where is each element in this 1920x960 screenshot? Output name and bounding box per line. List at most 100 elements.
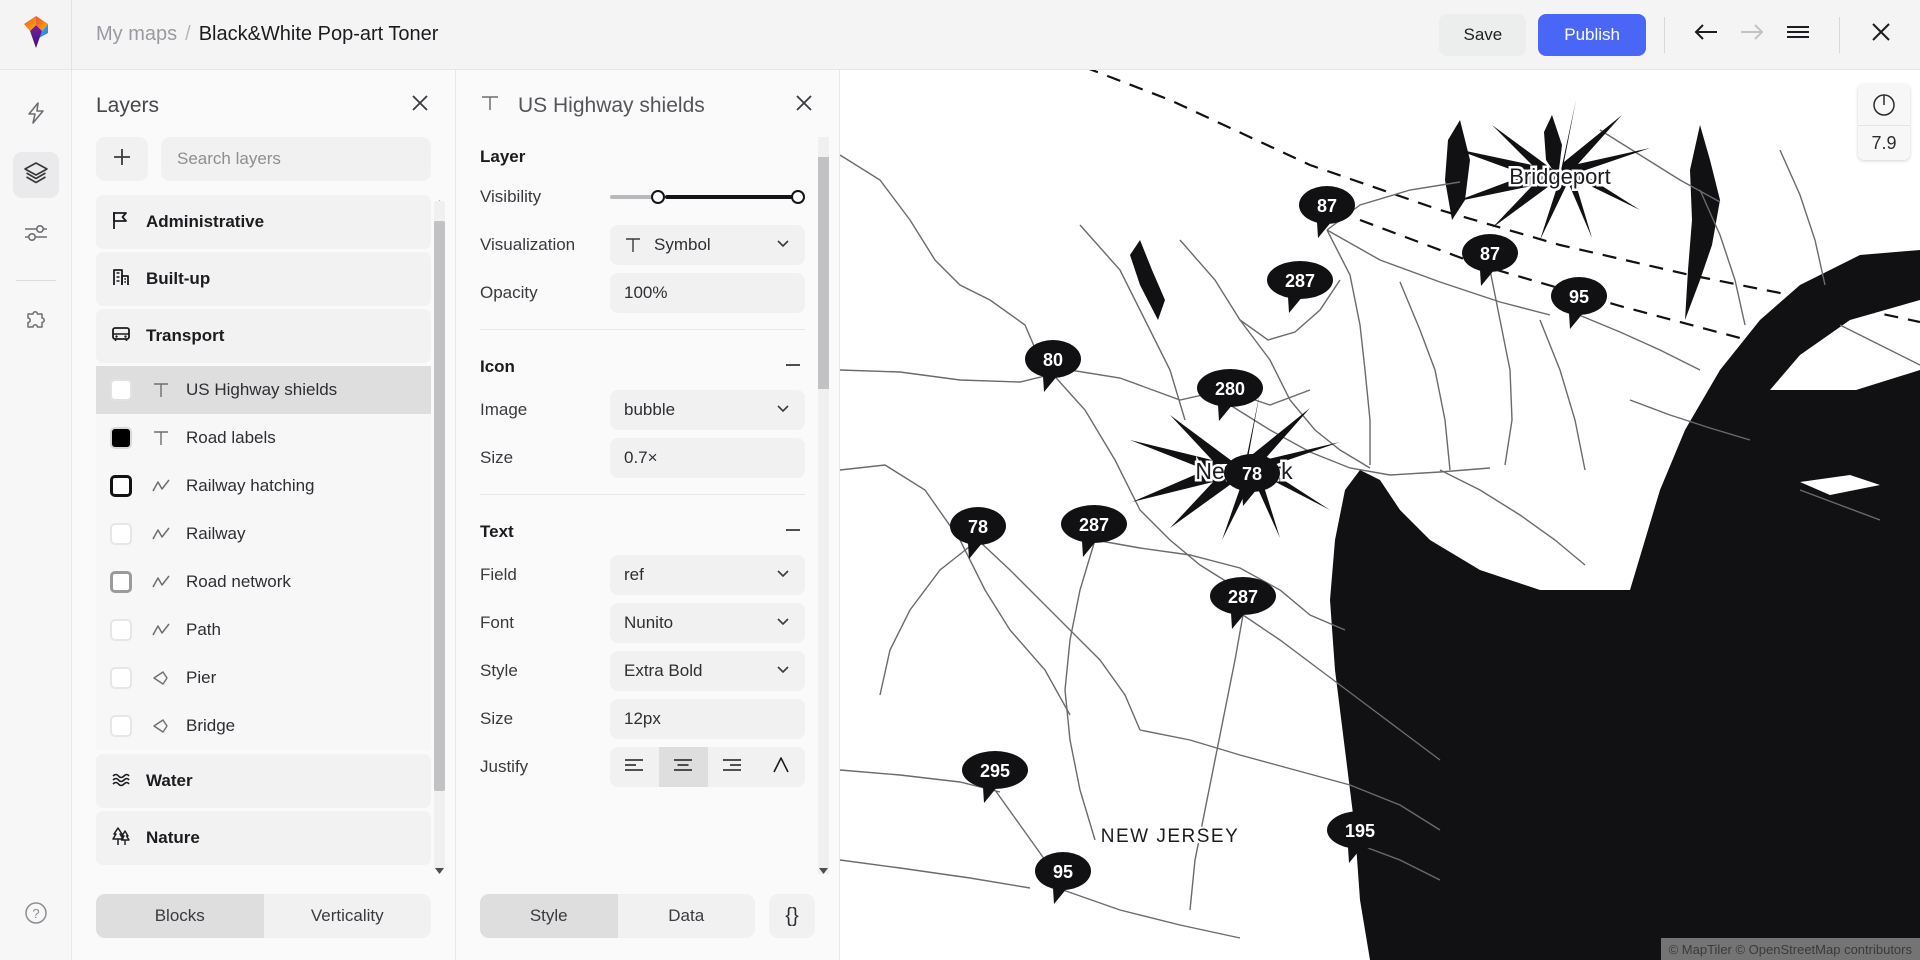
line-type-icon	[148, 574, 174, 590]
layer-color-swatch[interactable]	[110, 379, 132, 401]
breadcrumb-my-maps[interactable]: My maps	[96, 23, 177, 46]
save-button[interactable]: Save	[1439, 14, 1526, 56]
font-style-select[interactable]: Extra Bold	[610, 651, 805, 691]
question-mark-circle-icon: ?	[23, 900, 49, 931]
property-label: Font	[480, 613, 610, 633]
close-layers-panel-button[interactable]	[409, 92, 431, 119]
back-button[interactable]	[1683, 12, 1729, 58]
props-scroll-down-arrow[interactable]	[818, 865, 829, 876]
image-select[interactable]: bubble	[610, 390, 805, 430]
zoom-level-value: 7.9	[1858, 126, 1910, 160]
waves-icon	[110, 768, 132, 795]
text-size-input[interactable]: 12px	[610, 699, 805, 739]
layer-item-road-labels[interactable]: Road labels	[96, 414, 431, 462]
layer-item-pier[interactable]: Pier	[96, 654, 431, 702]
icon-size-input[interactable]: 0.7×	[610, 438, 805, 478]
slider-handle-min[interactable]	[651, 190, 665, 204]
layer-group-built-up[interactable]: Built-up	[96, 252, 431, 306]
flag-icon	[110, 209, 132, 236]
menu-button[interactable]	[1775, 12, 1821, 58]
font-select[interactable]: Nunito	[610, 603, 805, 643]
align-left-button[interactable]	[610, 747, 659, 787]
collapse-text-section-button[interactable]	[781, 519, 805, 545]
layer-color-swatch[interactable]	[110, 619, 132, 641]
text-type-icon	[148, 429, 174, 447]
minus-icon	[783, 523, 803, 540]
layer-scroll-down-arrow[interactable]	[434, 865, 445, 876]
layer-group-label: Water	[146, 771, 193, 791]
layer-color-swatch[interactable]	[110, 571, 132, 593]
close-properties-panel-button[interactable]	[793, 92, 815, 119]
tab-blocks[interactable]: Blocks	[96, 894, 264, 938]
property-label: Style	[480, 661, 610, 681]
arrow-left-icon	[1693, 22, 1719, 47]
city-label-bridgeport: Bridgeport	[1509, 164, 1611, 189]
field-select[interactable]: ref	[610, 555, 805, 595]
auto-text-icon	[770, 756, 792, 779]
compass-clock-icon	[1871, 92, 1897, 118]
slider-handle-max[interactable]	[791, 190, 805, 204]
layer-item-railway-hatching[interactable]: Railway hatching	[96, 462, 431, 510]
lightning-bolt-icon	[24, 101, 48, 130]
collapse-icon-section-button[interactable]	[781, 354, 805, 380]
app-logo[interactable]	[0, 0, 72, 70]
section-title: Icon	[480, 357, 515, 377]
icon-size-value: 0.7×	[624, 448, 658, 468]
align-right-button[interactable]	[708, 747, 757, 787]
close-editor-button[interactable]	[1858, 12, 1904, 58]
zoom-level-widget[interactable]: 7.9	[1858, 84, 1910, 160]
visibility-range-slider[interactable]	[610, 177, 805, 217]
chevron-down-icon	[775, 565, 791, 586]
section-title: Layer	[480, 147, 525, 167]
add-layer-button[interactable]	[96, 137, 148, 181]
json-editor-button[interactable]: {}	[769, 894, 815, 938]
visualization-select[interactable]: Symbol	[610, 225, 805, 265]
property-row-justify: Justify	[480, 743, 805, 791]
layers-search-row	[72, 129, 455, 195]
tab-style[interactable]: Style	[480, 894, 618, 938]
map-attribution[interactable]: © MapTiler © OpenStreetMap contributors	[1661, 938, 1920, 960]
highway-shield-label: 78	[968, 517, 988, 537]
layer-group-nature[interactable]: Nature	[96, 811, 431, 865]
layer-item-bridge[interactable]: Bridge	[96, 702, 431, 750]
layer-color-swatch[interactable]	[110, 427, 132, 449]
layer-group-administrative[interactable]: Administrative	[96, 195, 431, 249]
map-canvas[interactable]: New York Bridgeport NEW JERSEY 87 87	[840, 70, 1920, 960]
layer-item-road-network[interactable]: Road network	[96, 558, 431, 606]
highway-shield-label: 78	[1242, 464, 1262, 484]
rail-item-layers[interactable]	[13, 152, 59, 198]
layer-group-transport[interactable]: Transport	[96, 309, 431, 363]
rail-item-quick-actions[interactable]	[13, 92, 59, 138]
property-row-text-size: Size 12px	[480, 695, 805, 743]
maptiler-logo-icon	[21, 15, 51, 54]
search-layers-input[interactable]	[161, 137, 431, 181]
tab-data[interactable]: Data	[618, 894, 756, 938]
highway-shield-label: 87	[1480, 244, 1500, 264]
tab-verticality[interactable]: Verticality	[264, 894, 432, 938]
layer-item-railway[interactable]: Railway	[96, 510, 431, 558]
opacity-input[interactable]: 100%	[610, 273, 805, 313]
properties-body: Layer Visibility Visualization Symbol	[456, 133, 839, 878]
layer-group-water[interactable]: Water	[96, 754, 431, 808]
auto-text-button[interactable]	[756, 747, 805, 787]
layer-color-swatch[interactable]	[110, 475, 132, 497]
highway-shield-label: 80	[1043, 350, 1063, 370]
properties-scrollbar-thumb[interactable]	[818, 157, 829, 389]
compass-clock-button[interactable]	[1858, 84, 1910, 126]
layer-color-swatch[interactable]	[110, 715, 132, 737]
sliders-icon	[23, 222, 49, 249]
layer-color-swatch[interactable]	[110, 667, 132, 689]
visualization-value: Symbol	[654, 235, 711, 255]
rail-item-settings[interactable]	[13, 212, 59, 258]
rail-item-plugins[interactable]	[13, 299, 59, 345]
layer-list-scrollbar-thumb[interactable]	[434, 221, 445, 791]
publish-button[interactable]: Publish	[1538, 14, 1646, 56]
rail-item-help[interactable]: ?	[13, 892, 59, 938]
layer-item-us-highway-shields[interactable]: US Highway shields	[96, 366, 431, 414]
layer-color-swatch[interactable]	[110, 523, 132, 545]
bus-icon	[110, 323, 132, 350]
forward-button[interactable]	[1729, 12, 1775, 58]
align-center-button[interactable]	[659, 747, 708, 787]
buildings-icon	[110, 266, 132, 293]
layer-item-path[interactable]: Path	[96, 606, 431, 654]
